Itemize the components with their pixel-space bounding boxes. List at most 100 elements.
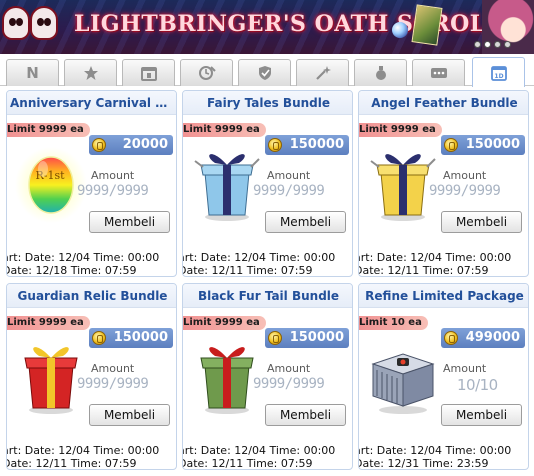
tab-n[interactable]: N bbox=[6, 59, 59, 86]
gift-box-image bbox=[189, 334, 265, 414]
tab-sparkle[interactable] bbox=[296, 59, 349, 86]
price-tag: 150000 bbox=[265, 135, 349, 155]
price-tag: 499000 bbox=[441, 328, 525, 348]
pager-dot[interactable] bbox=[504, 41, 511, 48]
product-grid: Anniversary Carnival S... Limit 9999 ea … bbox=[6, 90, 530, 474]
price-tag: 150000 bbox=[441, 135, 525, 155]
sale-end: Date: 12/31 Time: 23:59 bbox=[358, 457, 489, 470]
price-tag: 20000 bbox=[89, 135, 173, 155]
product-card: Anniversary Carnival S... Limit 9999 ea … bbox=[6, 90, 177, 277]
product-title: Angel Feather Bundle bbox=[359, 91, 528, 115]
product-title: Guardian Relic Bundle bbox=[7, 284, 176, 308]
amount-remaining: 9999/9999 bbox=[253, 183, 325, 199]
buy-button[interactable]: Membeli bbox=[89, 211, 170, 233]
more-dots-icon bbox=[430, 68, 447, 78]
coin-icon bbox=[268, 138, 282, 152]
tab-potion[interactable] bbox=[354, 59, 407, 86]
amount-remaining: 9999/9999 bbox=[429, 183, 501, 199]
sale-end: Date: 12/11 Time: 07:59 bbox=[182, 457, 313, 470]
buy-button[interactable]: Membeli bbox=[441, 404, 522, 426]
star-icon bbox=[83, 66, 98, 80]
sale-end: Date: 12/11 Time: 07:59 bbox=[6, 457, 137, 470]
special-calendar-icon: 1D bbox=[490, 65, 507, 81]
sale-period: art: Date: 12/04 Time: 00:00 Date: 12/31… bbox=[358, 444, 528, 470]
sale-start: art: Date: 12/04 Time: 00:00 bbox=[182, 444, 336, 457]
coin-icon bbox=[92, 138, 106, 152]
sparkle-wand-icon bbox=[315, 66, 331, 80]
sale-period: art: Date: 12/04 Time: 00:00 Date: 12/11… bbox=[182, 444, 352, 470]
amount-label: Amount bbox=[443, 169, 487, 182]
sale-end: Date: 12/11 Time: 07:59 bbox=[182, 264, 313, 277]
amount-remaining: 9999/9999 bbox=[77, 376, 149, 392]
product-card: Fairy Tales Bundle Limit 9999 ea 150000 … bbox=[182, 90, 353, 277]
buy-button[interactable]: Membeli bbox=[441, 211, 522, 233]
tab-n-label: N bbox=[26, 64, 39, 82]
category-tabs: N 1D bbox=[0, 54, 534, 87]
product-title: Anniversary Carnival S... bbox=[7, 91, 176, 115]
price-tag: 150000 bbox=[265, 328, 349, 348]
calendar-icon bbox=[140, 67, 157, 81]
price-value: 150000 bbox=[113, 330, 168, 345]
product-card: Refine Limited Package Limit 10 ea 49900… bbox=[358, 283, 529, 470]
svg-text:1D: 1D bbox=[494, 73, 503, 80]
sale-period: art: Date: 12/04 Time: 00:00 Date: 12/11… bbox=[6, 444, 176, 470]
gift-box-image bbox=[13, 334, 89, 414]
sale-start: art: Date: 12/04 Time: 00:00 bbox=[358, 444, 512, 457]
price-value: 20000 bbox=[122, 137, 168, 152]
price-value: 150000 bbox=[465, 137, 520, 152]
sale-period: art: Date: 12/04 Time: 00:00 Date: 12/11… bbox=[358, 251, 528, 277]
shield-check-icon bbox=[258, 66, 271, 80]
amount-label: Amount bbox=[443, 362, 487, 375]
tab-special[interactable]: 1D bbox=[472, 57, 525, 87]
sale-start: art: Date: 12/04 Time: 00:00 bbox=[358, 251, 512, 264]
coin-icon bbox=[444, 138, 458, 152]
purchase-limit-badge: Limit 9999 ea bbox=[183, 123, 266, 137]
tab-favorite[interactable] bbox=[64, 59, 117, 86]
sale-period: art: Date: 12/04 Time: 00:00 Date: 12/18… bbox=[7, 251, 176, 276]
tab-shield[interactable] bbox=[238, 59, 291, 86]
gift-box-image bbox=[189, 141, 265, 221]
event-banner[interactable]: LIGHTBRINGER'S OATH SCROLL bbox=[0, 0, 534, 54]
potion-icon bbox=[375, 66, 386, 80]
product-card: Angel Feather Bundle Limit 9999 ea 15000… bbox=[358, 90, 529, 277]
egg-item-image: R-1st bbox=[13, 141, 89, 223]
pager-dot[interactable] bbox=[474, 41, 481, 48]
refine-box-image bbox=[365, 334, 441, 414]
banner-title: LIGHTBRINGER'S OATH SCROLL bbox=[74, 11, 502, 37]
price-value: 150000 bbox=[289, 137, 344, 152]
amount-remaining: 9999/9999 bbox=[77, 183, 149, 199]
price-tag: 150000 bbox=[89, 328, 173, 348]
skull-icon bbox=[30, 6, 58, 40]
tab-more[interactable] bbox=[412, 59, 465, 86]
price-value: 150000 bbox=[289, 330, 344, 345]
card-artwork bbox=[411, 4, 443, 46]
product-card: Black Fur Tail Bundle Limit 9999 ea 1500… bbox=[182, 283, 353, 470]
tab-time[interactable] bbox=[180, 59, 233, 86]
amount-label: Amount bbox=[267, 169, 311, 182]
sale-period: art: Date: 12/04 Time: 00:00 Date: 12/11… bbox=[182, 251, 352, 277]
tab-calendar[interactable] bbox=[122, 59, 175, 86]
sale-start: art: Date: 12/04 Time: 00:00 bbox=[182, 251, 336, 264]
product-card: Guardian Relic Bundle Limit 9999 ea 1500… bbox=[6, 283, 177, 470]
amount-label: Amount bbox=[267, 362, 311, 375]
product-title: Fairy Tales Bundle bbox=[183, 91, 352, 115]
purchase-limit-badge: Limit 9999 ea bbox=[183, 316, 266, 330]
sale-end: Date: 12/11 Time: 07:59 bbox=[358, 264, 489, 277]
amount-remaining: 9999/9999 bbox=[253, 376, 325, 392]
purchase-limit-badge: Limit 9999 ea bbox=[7, 123, 90, 137]
coin-icon bbox=[444, 331, 458, 345]
buy-button[interactable]: Membeli bbox=[265, 404, 346, 426]
coin-icon bbox=[268, 331, 282, 345]
purchase-limit-badge: Limit 9999 ea bbox=[359, 123, 442, 137]
buy-button[interactable]: Membeli bbox=[89, 404, 170, 426]
orb-icon bbox=[392, 22, 408, 38]
amount-label: Amount bbox=[91, 169, 135, 182]
amount-label: Amount bbox=[91, 362, 135, 375]
purchase-limit-badge: Limit 9999 ea bbox=[7, 316, 90, 330]
pager-dot[interactable] bbox=[494, 41, 501, 48]
banner-pager[interactable] bbox=[474, 41, 511, 48]
coin-icon bbox=[92, 331, 106, 345]
product-title: Black Fur Tail Bundle bbox=[183, 284, 352, 308]
buy-button[interactable]: Membeli bbox=[265, 211, 346, 233]
pager-dot-active[interactable] bbox=[484, 41, 491, 48]
